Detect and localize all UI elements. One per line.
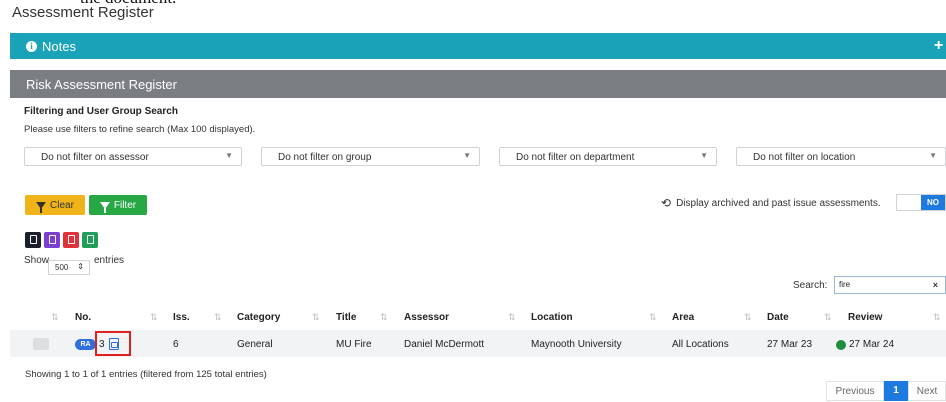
filter-hint: Please use filters to refine search (Max…: [24, 124, 256, 135]
archive-toggle[interactable]: NO: [896, 194, 946, 211]
history-icon: ⟲: [661, 196, 672, 210]
export-pdf-button[interactable]: [63, 232, 79, 248]
location-filter-value: Do not filter on location: [753, 152, 856, 163]
sort-icon[interactable]: ⇅: [744, 312, 752, 323]
register-title: Risk Assessment Register: [26, 77, 177, 92]
page-length-select[interactable]: 500 ⇕: [48, 260, 90, 275]
sort-icon[interactable]: ⇅: [649, 312, 657, 323]
cell-iss: 6: [173, 339, 179, 350]
filter-heading: Filtering and User Group Search: [24, 106, 178, 117]
copy-icon: [29, 235, 37, 244]
column-header-date[interactable]: Date: [767, 312, 789, 323]
column-header-category[interactable]: Category: [237, 312, 280, 323]
assessor-filter-value: Do not filter on assessor: [41, 152, 149, 163]
cell-review: 27 Mar 24: [849, 339, 895, 350]
export-copy-button[interactable]: [25, 232, 41, 248]
column-header-title[interactable]: Title: [336, 312, 356, 323]
search-value: fire: [839, 280, 851, 289]
entries-label: entries: [94, 255, 125, 266]
pagination-page-1[interactable]: 1: [884, 381, 908, 401]
column-header-area[interactable]: Area: [672, 312, 694, 323]
notes-panel-header[interactable]: i Notes +: [10, 33, 946, 59]
sort-icon[interactable]: ⇅: [824, 312, 832, 323]
filter-icon: [99, 201, 110, 213]
column-header-review[interactable]: Review: [848, 312, 882, 323]
archive-label: Display archived and past issue assessme…: [676, 197, 881, 209]
clear-search-icon[interactable]: ×: [933, 280, 938, 290]
excel-icon: [86, 235, 94, 244]
column-header-iss[interactable]: Iss.: [173, 312, 190, 323]
filter-label: Filter: [113, 199, 137, 211]
column-header-location[interactable]: Location: [531, 312, 573, 323]
assessor-filter-select[interactable]: Do not filter on assessor ▼: [24, 147, 242, 166]
filter-button[interactable]: Filter: [89, 195, 147, 215]
archive-option: ⟲ Display archived and past issue assess…: [661, 196, 881, 210]
chevron-down-icon: ▼: [225, 151, 233, 160]
sort-icon[interactable]: ⇅: [508, 312, 516, 323]
group-filter-select[interactable]: Do not filter on group ▼: [261, 147, 480, 166]
page-title: Assessment Register: [12, 4, 154, 21]
export-print-button[interactable]: [44, 232, 60, 248]
cell-location: Maynooth University: [531, 339, 622, 350]
stepper-icon: ⇕: [77, 262, 84, 271]
pagination-previous[interactable]: Previous: [826, 381, 884, 401]
search-label: Search:: [793, 280, 828, 291]
group-filter-value: Do not filter on group: [278, 152, 372, 163]
clear-button[interactable]: Clear: [25, 195, 85, 215]
filter-icon: [36, 201, 47, 213]
sort-icon[interactable]: ⇅: [380, 312, 388, 323]
export-excel-button[interactable]: [82, 232, 98, 248]
search-input[interactable]: fire ×: [834, 276, 946, 294]
cell-category: General: [237, 339, 273, 350]
cell-assessor: Daniel McDermott: [404, 339, 485, 350]
sort-icon[interactable]: ⇅: [214, 312, 222, 323]
print-icon: [48, 235, 56, 244]
ra-badge[interactable]: RA: [75, 339, 96, 350]
chevron-down-icon: ▼: [929, 151, 937, 160]
pdf-icon: [67, 235, 75, 244]
notes-label: Notes: [42, 39, 76, 54]
table-info: Showing 1 to 1 of 1 entries (filtered fr…: [25, 369, 267, 380]
column-header-assessor[interactable]: Assessor: [404, 312, 449, 323]
cell-title: MU Fire: [336, 339, 372, 350]
cell-date: 27 Mar 23: [767, 339, 813, 350]
sort-icon[interactable]: ⇅: [51, 312, 59, 323]
review-status-dot: [836, 340, 846, 350]
clear-label: Clear: [50, 199, 74, 211]
location-filter-select[interactable]: Do not filter on location ▼: [736, 147, 946, 166]
department-filter-select[interactable]: Do not filter on department ▼: [499, 147, 717, 166]
archive-toggle-state: NO: [921, 195, 945, 210]
cell-area: All Locations: [672, 339, 729, 350]
pagination-next[interactable]: Next: [908, 381, 946, 401]
page-length-value: 500: [55, 263, 69, 272]
column-header-no[interactable]: No.: [75, 312, 91, 323]
row-select-checkbox[interactable]: [33, 338, 49, 350]
register-panel-header: Risk Assessment Register: [10, 70, 946, 98]
sort-icon[interactable]: ⇅: [150, 312, 158, 323]
info-icon: i: [26, 41, 37, 52]
sort-icon[interactable]: ⇅: [933, 312, 941, 323]
plus-icon[interactable]: +: [934, 37, 943, 55]
chevron-down-icon: ▼: [700, 151, 708, 160]
chevron-down-icon: ▼: [463, 151, 471, 160]
department-filter-value: Do not filter on department: [516, 152, 635, 163]
show-label: Show: [24, 255, 50, 266]
highlight-box: [95, 331, 131, 356]
sort-icon[interactable]: ⇅: [312, 312, 320, 323]
